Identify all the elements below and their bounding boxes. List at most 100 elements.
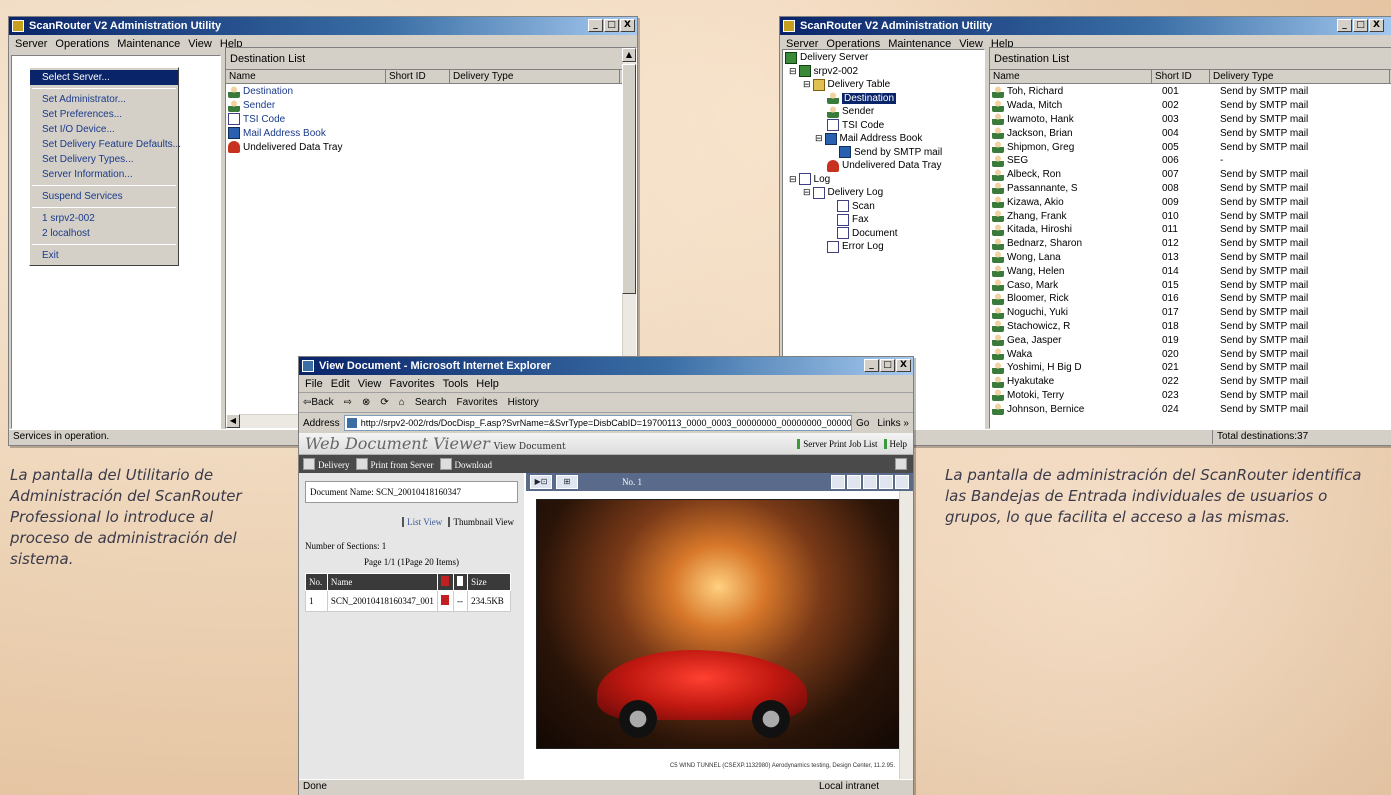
collapse-icon[interactable]: ⊟: [803, 187, 811, 198]
menu-item-select-server[interactable]: Select Server...: [30, 70, 178, 85]
tree-item-destination[interactable]: Destination: [785, 92, 984, 106]
menu-tools[interactable]: Tools: [441, 378, 475, 390]
tree-item-error-log[interactable]: Error Log: [785, 240, 984, 254]
menu-item-recent-server-2[interactable]: 2 localhost: [30, 226, 178, 241]
title-bar[interactable]: ScanRouter V2 Administration Utility _ □…: [780, 17, 1391, 35]
menu-item-set-delivery-types[interactable]: Set Delivery Types...: [30, 152, 178, 167]
collapse-icon[interactable]: ⊟: [815, 133, 823, 144]
table-row[interactable]: Bloomer, Rick 016 Send by SMTP mail: [992, 292, 1391, 306]
maximize-button[interactable]: □: [880, 359, 895, 372]
menu-edit[interactable]: Edit: [329, 378, 356, 390]
help-link[interactable]: Help: [883, 438, 907, 449]
table-row[interactable]: SEG 006 -: [992, 154, 1391, 168]
menu-item-set-preferences[interactable]: Set Preferences...: [30, 107, 178, 122]
list-item[interactable]: TSI Code: [228, 113, 636, 127]
table-row[interactable]: Iwamoto, Hank 003 Send by SMTP mail: [992, 113, 1391, 127]
table-row[interactable]: Wada, Mitch 002 Send by SMTP mail: [992, 99, 1391, 113]
tab-print-from-server[interactable]: Print from Server: [356, 458, 434, 470]
col-short-id[interactable]: Short ID: [386, 70, 450, 83]
next-page-icon[interactable]: [895, 475, 909, 489]
tree-item-sender[interactable]: Sender: [785, 105, 984, 119]
tree-item-document[interactable]: Document: [785, 227, 984, 241]
scroll-left-icon[interactable]: ◀: [226, 414, 240, 428]
tree-item-undelivered-tray[interactable]: Undelivered Data Tray: [785, 159, 984, 173]
table-row[interactable]: Passannante, S 008 Send by SMTP mail: [992, 182, 1391, 196]
rotate-icon[interactable]: [863, 475, 877, 489]
tree-item-tsi-code[interactable]: TSI Code: [785, 119, 984, 133]
tree-item-scan[interactable]: Scan: [785, 200, 984, 214]
scroll-thumb[interactable]: [622, 64, 636, 294]
table-row[interactable]: Stachowicz, R 018 Send by SMTP mail: [992, 320, 1391, 334]
menu-server[interactable]: Server: [13, 38, 53, 50]
table-row[interactable]: Albeck, Ron 007 Send by SMTP mail: [992, 168, 1391, 182]
minimize-button[interactable]: _: [1337, 19, 1352, 32]
table-row[interactable]: Waka 020 Send by SMTP mail: [992, 347, 1391, 361]
history-button[interactable]: History: [508, 397, 539, 408]
zoom-in-icon[interactable]: [831, 475, 845, 489]
menu-item-server-information[interactable]: Server Information...: [30, 167, 178, 182]
menu-view[interactable]: View: [356, 378, 388, 390]
table-row[interactable]: Shipmon, Greg 005 Send by SMTP mail: [992, 140, 1391, 154]
menu-item-set-delivery-defaults[interactable]: Set Delivery Feature Defaults...: [30, 137, 181, 152]
col-short-id[interactable]: Short ID: [1152, 70, 1210, 83]
table-row[interactable]: 1 SCN_20010418160347_001 -- 234.5KB: [305, 590, 511, 612]
search-button[interactable]: Search: [415, 397, 447, 408]
menu-item-recent-server-1[interactable]: 1 srpv2-002: [30, 211, 178, 226]
table-row[interactable]: Caso, Mark 015 Send by SMTP mail: [992, 278, 1391, 292]
tree-item-srpv2-002[interactable]: ⊟ srpv2-002: [785, 65, 984, 79]
go-button[interactable]: Go: [856, 418, 869, 429]
table-row[interactable]: Toh, Richard 001 Send by SMTP mail: [992, 85, 1391, 99]
table-row[interactable]: Zhang, Frank 010 Send by SMTP mail: [992, 209, 1391, 223]
table-row[interactable]: Hyakutake 022 Send by SMTP mail: [992, 375, 1391, 389]
list-item[interactable]: Sender: [228, 99, 636, 113]
table-row[interactable]: Jackson, Brian 004 Send by SMTP mail: [992, 126, 1391, 140]
maximize-button[interactable]: □: [1353, 19, 1368, 32]
table-row[interactable]: Motoki, Terry 023 Send by SMTP mail: [992, 389, 1391, 403]
minimize-button[interactable]: _: [588, 19, 603, 32]
menu-favorites[interactable]: Favorites: [387, 378, 440, 390]
menu-item-exit[interactable]: Exit: [30, 248, 178, 263]
zoom-out-icon[interactable]: [847, 475, 861, 489]
address-input[interactable]: http://srpv2-002/rds/DocDisp_F.asp?SvrNa…: [343, 415, 852, 431]
col-delivery-type[interactable]: Delivery Type: [450, 70, 620, 83]
tree-item-fax[interactable]: Fax: [785, 213, 984, 227]
server-print-job-list-link[interactable]: Server Print Job List: [797, 438, 878, 449]
col-name[interactable]: Name: [226, 70, 386, 83]
close-button[interactable]: X: [620, 19, 635, 32]
table-row[interactable]: Yoshimi, H Big D 021 Send by SMTP mail: [992, 361, 1391, 375]
menu-view[interactable]: View: [186, 38, 218, 50]
list-item[interactable]: Mail Address Book: [228, 126, 636, 140]
prev-page-icon[interactable]: [879, 475, 893, 489]
close-button[interactable]: X: [1369, 19, 1384, 32]
menu-help[interactable]: Help: [474, 378, 505, 390]
tab-delivery[interactable]: Delivery: [303, 458, 350, 470]
table-row[interactable]: Kizawa, Akio 009 Send by SMTP mail: [992, 195, 1391, 209]
scroll-up-icon[interactable]: ▲: [622, 48, 636, 62]
thumbnail-view-link[interactable]: Thumbnail View: [448, 517, 514, 527]
table-row[interactable]: Johnson, Bernice 024 Send by SMTP mail: [992, 402, 1391, 416]
forward-button[interactable]: ⇨: [344, 397, 352, 408]
tree-item-delivery-server[interactable]: Delivery Server: [785, 51, 984, 65]
list-item[interactable]: Undelivered Data Tray: [228, 140, 636, 154]
thumbnail-button[interactable]: ⊞: [556, 475, 578, 489]
fit-page-button[interactable]: ▶⊡: [530, 475, 552, 489]
minimize-button[interactable]: _: [864, 359, 879, 372]
tree-item-delivery-table[interactable]: ⊟ Delivery Table: [785, 78, 984, 92]
cell-name[interactable]: SCN_20010418160347_001: [326, 590, 438, 612]
tree-item-send-by-smtp[interactable]: Send by SMTP mail: [785, 146, 984, 160]
title-bar[interactable]: View Document - Microsoft Internet Explo…: [299, 357, 913, 375]
menu-operations[interactable]: Operations: [53, 38, 115, 50]
table-row[interactable]: Noguchi, Yuki 017 Send by SMTP mail: [992, 306, 1391, 320]
menu-item-suspend-services[interactable]: Suspend Services: [30, 189, 178, 204]
tab-download[interactable]: Download: [440, 458, 493, 470]
menu-item-set-administrator[interactable]: Set Administrator...: [30, 92, 178, 107]
home-button[interactable]: ⌂: [399, 397, 405, 408]
tree-item-log[interactable]: ⊟ Log: [785, 173, 984, 187]
vertical-scrollbar[interactable]: [899, 491, 913, 779]
tree-item-mail-address-book[interactable]: ⊟ Mail Address Book: [785, 132, 984, 146]
refresh-button[interactable]: ⟳: [380, 397, 388, 408]
maximize-button[interactable]: □: [604, 19, 619, 32]
stop-button[interactable]: ⊗: [362, 397, 370, 408]
col-name[interactable]: Name: [990, 70, 1152, 83]
favorites-button[interactable]: Favorites: [457, 397, 498, 408]
